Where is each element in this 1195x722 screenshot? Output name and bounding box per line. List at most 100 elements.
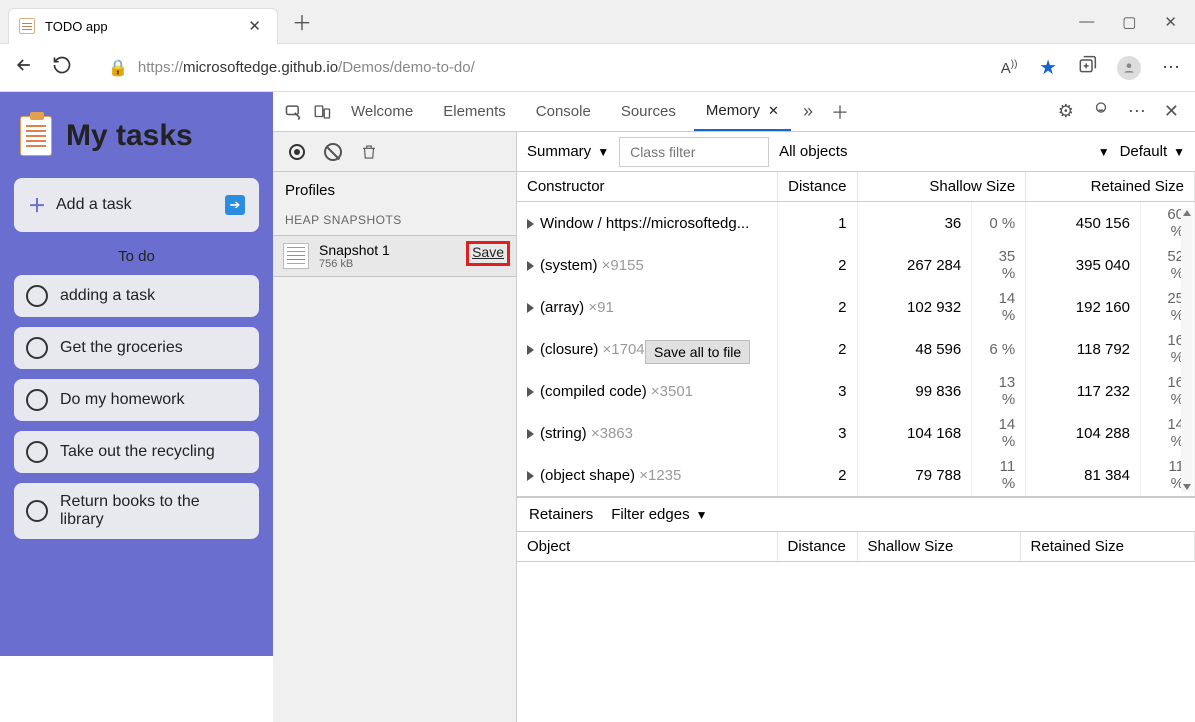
expand-icon[interactable] bbox=[527, 261, 534, 271]
add-panel-icon[interactable]: ＋ bbox=[825, 99, 855, 125]
table-row[interactable]: (closure) ×1704248 5966 %118 79216 % bbox=[517, 328, 1195, 370]
tab-sources[interactable]: Sources bbox=[609, 93, 688, 130]
app-heading: My tasks bbox=[66, 119, 193, 153]
expand-icon[interactable] bbox=[527, 471, 534, 481]
col-shallow[interactable]: Shallow Size bbox=[857, 172, 1026, 202]
scope-caret[interactable]: ▼ bbox=[1098, 145, 1110, 159]
task-label: Do my homework bbox=[60, 391, 184, 409]
task-item[interactable]: Get the groceries bbox=[14, 327, 259, 369]
task-item[interactable]: Do my homework bbox=[14, 379, 259, 421]
clear-button[interactable] bbox=[323, 142, 343, 162]
col-distance[interactable]: Distance bbox=[777, 172, 857, 202]
delete-button[interactable] bbox=[359, 142, 379, 162]
table-row[interactable]: (string) ×38633104 16814 %104 28814 % bbox=[517, 412, 1195, 454]
tab-elements[interactable]: Elements bbox=[431, 93, 518, 130]
browser-tab[interactable]: TODO app ✕ bbox=[8, 8, 278, 44]
col-constructor[interactable]: Constructor bbox=[517, 172, 777, 202]
snapshot-size: 756 kB bbox=[319, 258, 390, 270]
task-checkbox[interactable] bbox=[26, 500, 48, 522]
default-select[interactable]: Default▼ bbox=[1120, 143, 1185, 160]
refresh-button[interactable] bbox=[52, 55, 72, 80]
task-item[interactable]: adding a task bbox=[14, 275, 259, 317]
tab-close-icon[interactable]: ✕ bbox=[248, 17, 261, 35]
scope-select[interactable]: All objects bbox=[779, 143, 847, 160]
submit-arrow-icon[interactable]: ➔ bbox=[225, 195, 245, 215]
url-toolbar: 🔒 https://microsoftedge.github.io/Demos/… bbox=[0, 44, 1195, 92]
task-checkbox[interactable] bbox=[26, 441, 48, 463]
more-tabs-icon[interactable]: » bbox=[797, 101, 819, 122]
table-row[interactable]: (compiled code) ×3501399 83613 %117 2321… bbox=[517, 370, 1195, 412]
filter-edges-select[interactable]: Filter edges ▼ bbox=[611, 506, 707, 523]
save-tooltip: Save all to file bbox=[645, 340, 750, 364]
save-link-highlight: Save bbox=[466, 241, 510, 266]
ret-col-retained[interactable]: Retained Size bbox=[1020, 532, 1194, 562]
tab-favicon bbox=[19, 18, 35, 34]
snapshot-thumb-icon bbox=[283, 243, 309, 269]
more-icon[interactable]: ⋯ bbox=[1161, 57, 1181, 78]
constructors-table: Constructor Distance Shallow Size Retain… bbox=[517, 172, 1195, 496]
close-devtools-icon[interactable]: ✕ bbox=[1158, 101, 1185, 122]
device-icon[interactable] bbox=[311, 101, 333, 123]
task-checkbox[interactable] bbox=[26, 389, 48, 411]
collections-icon[interactable] bbox=[1077, 55, 1097, 80]
expand-icon[interactable] bbox=[527, 219, 534, 229]
expand-icon[interactable] bbox=[527, 387, 534, 397]
plus-icon: ＋ bbox=[28, 192, 46, 218]
expand-icon[interactable] bbox=[527, 429, 534, 439]
expand-icon[interactable] bbox=[527, 303, 534, 313]
scrollbar[interactable] bbox=[1181, 208, 1193, 492]
memory-view: Summary▼ All objects ▼ Default▼ Construc… bbox=[517, 132, 1195, 722]
table-row[interactable]: (object shape) ×1235279 78811 %81 38411 … bbox=[517, 454, 1195, 496]
maximize-icon[interactable]: ▢ bbox=[1122, 13, 1136, 31]
back-button[interactable] bbox=[14, 55, 34, 80]
task-checkbox[interactable] bbox=[26, 337, 48, 359]
view-select[interactable]: Summary▼ bbox=[527, 143, 609, 160]
add-task-card[interactable]: ＋ Add a task ➔ bbox=[14, 178, 259, 232]
task-checkbox[interactable] bbox=[26, 285, 48, 307]
ret-col-object[interactable]: Object bbox=[517, 532, 777, 562]
memory-toolbar: Summary▼ All objects ▼ Default▼ bbox=[517, 132, 1195, 172]
minimize-icon[interactable]: — bbox=[1079, 13, 1094, 31]
tab-console[interactable]: Console bbox=[524, 93, 603, 130]
tab-memory[interactable]: Memory✕ bbox=[694, 92, 791, 131]
close-window-icon[interactable]: ✕ bbox=[1164, 13, 1177, 31]
task-item[interactable]: Take out the recycling bbox=[14, 431, 259, 473]
snapshot-name: Snapshot 1 bbox=[319, 242, 390, 258]
ret-col-distance[interactable]: Distance bbox=[777, 532, 857, 562]
task-item[interactable]: Return books to the library bbox=[14, 483, 259, 539]
kebab-icon[interactable]: ⋯ bbox=[1122, 101, 1152, 122]
class-filter-input[interactable] bbox=[619, 137, 769, 167]
close-tab-icon: ✕ bbox=[768, 103, 779, 118]
table-row[interactable]: (array) ×912102 93214 %192 16025 % bbox=[517, 286, 1195, 328]
clipboard-icon bbox=[20, 116, 52, 156]
window-buttons: — ▢ ✕ bbox=[1079, 13, 1187, 31]
constructors-table-wrap: Constructor Distance Shallow Size Retain… bbox=[517, 172, 1195, 497]
tab-title: TODO app bbox=[45, 19, 248, 34]
profiles-sidebar: Profiles HEAP SNAPSHOTS Snapshot 1 756 k… bbox=[273, 132, 517, 722]
retainers-bar: Retainers Filter edges ▼ bbox=[517, 498, 1195, 532]
profiles-heading: Profiles bbox=[273, 172, 516, 209]
feedback-icon[interactable] bbox=[1086, 100, 1116, 123]
address-bar[interactable]: 🔒 https://microsoftedge.github.io/Demos/… bbox=[94, 54, 977, 82]
table-row[interactable]: (system) ×91552267 28435 %395 04052 % bbox=[517, 244, 1195, 286]
col-retained[interactable]: Retained Size bbox=[1026, 172, 1195, 202]
tab-welcome[interactable]: Welcome bbox=[339, 93, 425, 130]
settings-icon[interactable]: ⚙ bbox=[1052, 101, 1080, 122]
task-label: Return books to the library bbox=[60, 493, 247, 529]
save-link[interactable]: Save bbox=[472, 244, 504, 260]
retainers-title: Retainers bbox=[529, 506, 593, 523]
url-text: https://microsoftedge.github.io/Demos/de… bbox=[138, 59, 475, 76]
favorite-icon[interactable]: ★ bbox=[1039, 55, 1057, 80]
profile-avatar[interactable] bbox=[1117, 56, 1141, 80]
add-task-placeholder: Add a task bbox=[56, 196, 225, 214]
inspect-icon[interactable] bbox=[283, 101, 305, 123]
snapshot-row[interactable]: Snapshot 1 756 kB Save bbox=[273, 235, 516, 277]
expand-icon[interactable] bbox=[527, 345, 534, 355]
profiles-toolbar bbox=[273, 132, 516, 172]
ret-col-shallow[interactable]: Shallow Size bbox=[857, 532, 1020, 562]
task-label: Get the groceries bbox=[60, 339, 183, 357]
table-row[interactable]: Window / https://microsoftedg...1360 %45… bbox=[517, 202, 1195, 245]
read-aloud-icon[interactable]: A)) bbox=[999, 59, 1019, 77]
new-tab-button[interactable]: ＋ bbox=[292, 7, 312, 36]
record-button[interactable] bbox=[287, 142, 307, 162]
